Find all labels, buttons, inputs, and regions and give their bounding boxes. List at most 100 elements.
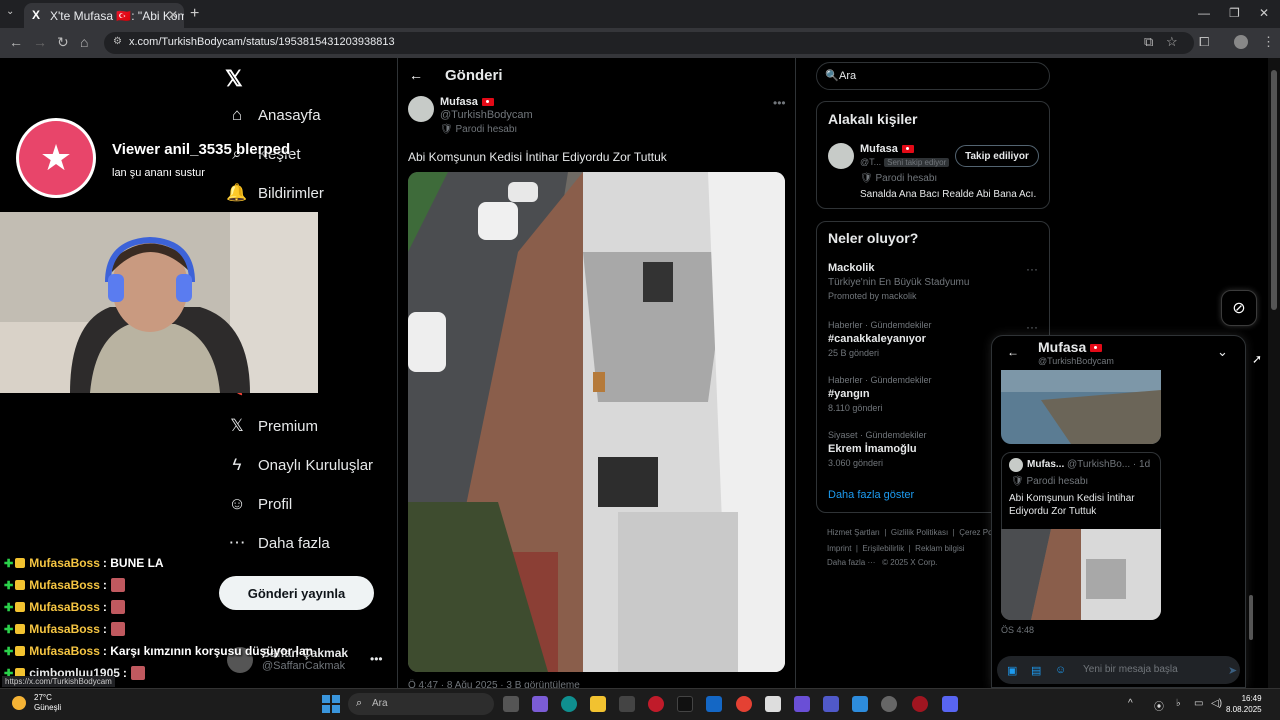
outlook-icon[interactable] xyxy=(706,696,722,712)
tab-list-icon[interactable]: ⌄ xyxy=(6,6,14,17)
author-name[interactable]: Mufasa xyxy=(440,96,494,108)
author-avatar[interactable] xyxy=(408,96,434,122)
chrome-icon[interactable] xyxy=(736,696,752,712)
windows-start-icon[interactable] xyxy=(322,695,340,713)
grok-icon[interactable]: ⊘ xyxy=(1221,290,1257,326)
person-icon: ☺ xyxy=(228,494,246,513)
chat-emote-icon xyxy=(130,666,145,680)
system-clock[interactable]: 16:49 8.08.2025 xyxy=(1226,693,1262,715)
opera-icon[interactable] xyxy=(648,696,664,712)
following-button[interactable]: Takip ediliyor xyxy=(955,145,1039,167)
install-icon[interactable]: ⧉ xyxy=(1144,34,1153,50)
dm-back-icon[interactable]: ← xyxy=(1007,345,1019,359)
chat-emote-icon xyxy=(110,600,125,614)
account-more-icon[interactable]: ••• xyxy=(370,652,383,666)
taskbar-search[interactable]: ⌕ Ara xyxy=(348,693,494,715)
cookie-link[interactable]: Çerez Po xyxy=(959,528,992,537)
task-view-icon[interactable] xyxy=(503,696,519,712)
tweet-image[interactable] xyxy=(408,172,785,672)
nav-item-8[interactable]: ⋯ Daha fazla xyxy=(226,528,330,558)
search-box[interactable]: 🔍 Ara xyxy=(816,62,1050,90)
discord-icon[interactable] xyxy=(942,696,958,712)
show-more-link[interactable]: Daha fazla göster xyxy=(828,489,914,501)
chat-message: ✚ MufasaBoss: Karşı kımzının korşusu düşü… xyxy=(4,643,313,659)
close-window-icon[interactable]: ✕ xyxy=(1259,6,1269,20)
ads-info-link[interactable]: Reklam bilgisi xyxy=(915,544,964,553)
browser-menu-icon[interactable]: ⋮ xyxy=(1262,34,1275,50)
trend-more-icon[interactable]: ··· xyxy=(1026,320,1038,334)
trend-more-icon[interactable]: ··· xyxy=(1026,262,1038,276)
copilot-icon[interactable] xyxy=(532,696,548,712)
site-info-icon[interactable]: ⚙ xyxy=(113,36,122,47)
app-icon[interactable] xyxy=(765,696,781,712)
chat-text: : xyxy=(102,578,107,592)
browser-tab[interactable]: X X'te Mufasa 🇹🇷: "Abi Komşunun ✕ xyxy=(24,3,184,28)
maximize-icon[interactable]: ❐ xyxy=(1229,6,1240,20)
post-button[interactable]: Gönderi yayınla xyxy=(219,576,374,610)
author-handle[interactable]: @TurkishBodycam xyxy=(440,109,533,121)
weather-widget[interactable]: 27°C Güneşli xyxy=(12,693,61,713)
forward-icon[interactable]: → xyxy=(33,34,47,50)
nav-item-label: Premium xyxy=(258,417,319,435)
microphone-icon[interactable]: ⦿ xyxy=(1154,698,1164,713)
alert-title: Viewer anil_3535 blerped xyxy=(112,141,291,158)
back-arrow-icon[interactable]: ← xyxy=(409,67,423,83)
imprint-link[interactable]: Imprint xyxy=(827,544,851,553)
nav-item-5[interactable]: 𝕏 Premium xyxy=(226,411,318,441)
terms-link[interactable]: Hizmet Şartları xyxy=(827,528,880,537)
tweet-more-icon[interactable]: ••• xyxy=(773,96,786,110)
chat-badge-icon: ✚ xyxy=(4,579,14,592)
extensions-icon[interactable]: ⧠ xyxy=(1199,34,1209,50)
nav-item-6[interactable]: ϟ Onaylı Kuruluşlar xyxy=(226,450,374,480)
network-icon[interactable]: ▭ xyxy=(1194,698,1203,709)
close-tab-icon[interactable]: ✕ xyxy=(168,8,178,22)
dm-scrollbar[interactable] xyxy=(1248,340,1254,640)
x-logo-icon[interactable]: 𝕏 xyxy=(225,66,243,92)
dm-image[interactable] xyxy=(1001,370,1161,444)
profile-avatar[interactable] xyxy=(1234,35,1248,49)
send-icon[interactable]: ➤ xyxy=(1228,664,1237,677)
bookmark-star-icon[interactable]: ☆ xyxy=(1166,34,1178,50)
nav-item-7[interactable]: ☺ Profil xyxy=(226,489,292,519)
home-browser-icon[interactable]: ⌂ xyxy=(80,34,88,50)
gif-icon[interactable]: ▤ xyxy=(1031,664,1041,677)
minimize-icon[interactable]: — xyxy=(1198,6,1210,20)
back-icon[interactable]: ← xyxy=(9,34,23,50)
nav-item-2[interactable]: 🔔 Bildirimler xyxy=(226,178,323,208)
related-name[interactable]: Mufasa xyxy=(860,143,914,155)
image-icon[interactable]: ▣ xyxy=(1007,664,1017,677)
more-link[interactable]: Daha fazla ··· xyxy=(827,558,875,567)
teams-icon[interactable] xyxy=(823,696,839,712)
page-scrollbar[interactable] xyxy=(1268,58,1280,688)
collapse-icon[interactable]: ⌄ xyxy=(1217,344,1228,360)
app4-icon[interactable] xyxy=(912,696,928,712)
related-parody: 🛡 Parodi hesabı xyxy=(860,173,938,184)
url-text: x.com/TurkishBodycam/status/195381543120… xyxy=(129,36,395,48)
microphone2-icon[interactable]: ♭ xyxy=(1176,698,1181,709)
address-bar[interactable]: ⚙ x.com/TurkishBodycam/status/1953815431… xyxy=(104,32,1194,54)
accessibility-link[interactable]: Erişilebilirlik xyxy=(862,544,904,553)
crown-badge-icon xyxy=(15,624,26,634)
related-bio: Sanalda Ana Bacı Realde Abi Bana Acı. xyxy=(860,189,1037,200)
app2-icon[interactable] xyxy=(794,696,810,712)
windows-taskbar xyxy=(0,688,1280,720)
edge-icon[interactable] xyxy=(561,696,577,712)
volume-icon[interactable]: ◁) xyxy=(1211,698,1222,709)
reload-icon[interactable]: ↻ xyxy=(57,34,69,51)
tiktok-icon[interactable] xyxy=(677,696,693,712)
privacy-link[interactable]: Gizlilik Politikası xyxy=(891,528,948,537)
show-hidden-icon[interactable]: ^ xyxy=(1128,698,1133,709)
trend-item[interactable]: Mackolik Türkiye'nin En Büyük Stadyumu Pro… xyxy=(828,262,1038,304)
legal-line-2: Imprint | Erişilebilirlik | Reklam bilgi… xyxy=(827,544,965,553)
chat-text: : Karşı kımzının korşusu düşüyor lan xyxy=(102,644,313,658)
emoji-icon[interactable]: ☺ xyxy=(1055,664,1066,676)
file-explorer-icon[interactable] xyxy=(590,696,606,712)
app3-icon[interactable] xyxy=(852,696,868,712)
obs-icon[interactable] xyxy=(881,696,897,712)
dm-name[interactable]: Mufasa xyxy=(1038,339,1103,355)
parody-mask-icon: 🛡 xyxy=(440,124,456,135)
nav-item-0[interactable]: ⌂ Anasayfa xyxy=(226,100,321,130)
new-tab-icon[interactable]: + xyxy=(190,5,199,23)
store-icon[interactable] xyxy=(619,696,635,712)
related-avatar[interactable] xyxy=(828,143,854,169)
